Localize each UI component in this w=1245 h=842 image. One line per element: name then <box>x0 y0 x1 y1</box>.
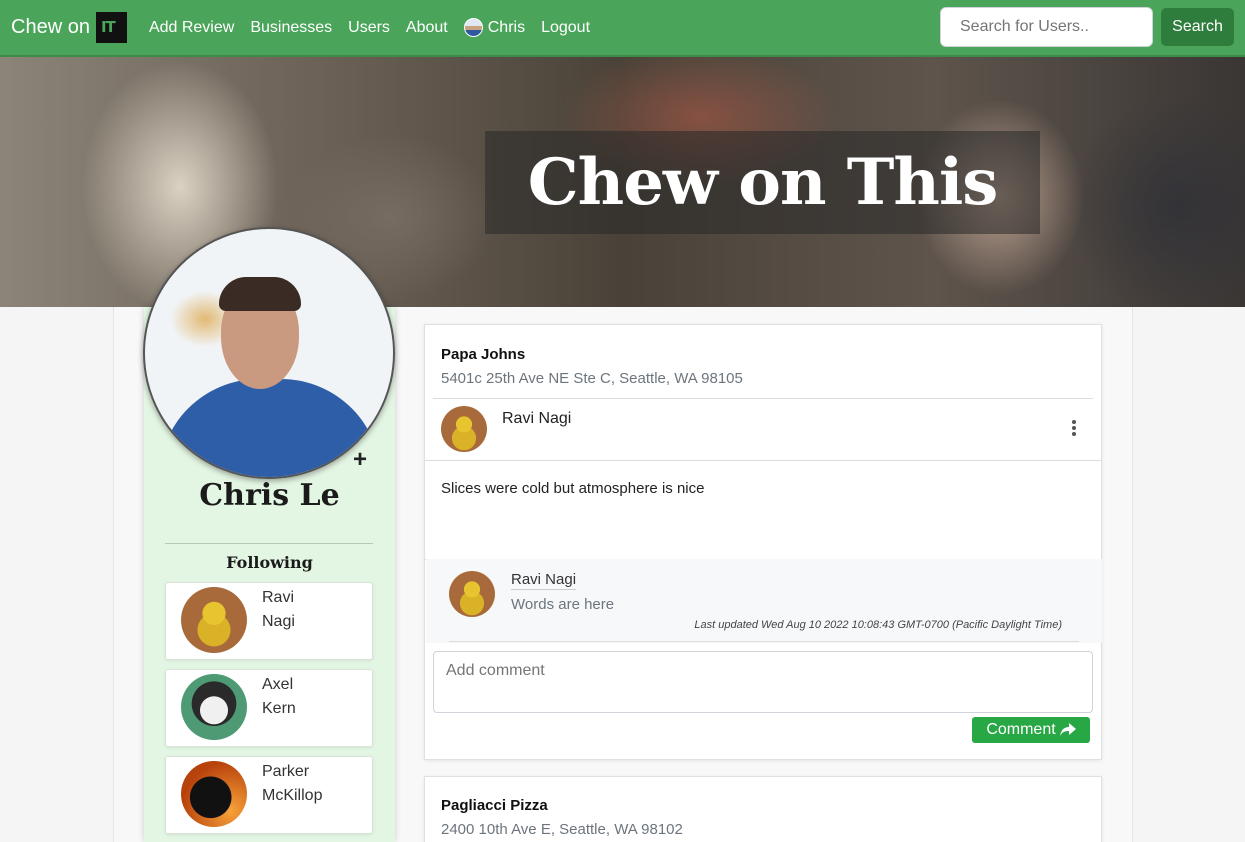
reviewer-name[interactable]: Ravi Nagi <box>502 410 571 428</box>
card-divider <box>425 460 1101 461</box>
following-card-parker[interactable]: Parker McKillop <box>165 756 373 834</box>
brand-text: Chew on <box>11 16 90 38</box>
following-card-axel[interactable]: Axel Kern <box>165 669 373 747</box>
nav-user-name: Chris <box>487 18 526 36</box>
review-card: Papa Johns 5401c 25th Ave NE Ste C, Seat… <box>424 324 1102 760</box>
comment-button[interactable]: Comment <box>972 717 1090 743</box>
business-name[interactable]: Pagliacci Pizza <box>441 797 548 814</box>
following-last-name: McKillop <box>262 787 323 804</box>
more-options-icon[interactable] <box>1065 417 1083 439</box>
review-text: Slices were cold but atmosphere is nice <box>441 480 705 497</box>
nav-user-profile[interactable]: Chris <box>463 18 526 37</box>
following-first-name: Axel <box>262 676 294 693</box>
business-address: 5401c 25th Ave NE Ste C, Seattle, WA 981… <box>441 370 743 387</box>
comment-timestamp: Last updated Wed Aug 10 2022 10:08:43 GM… <box>694 619 1062 631</box>
following-card-ravi[interactable]: Ravi Nagi <box>165 582 373 660</box>
share-arrow-icon <box>1059 723 1076 736</box>
hero-title-box: Chew on This <box>485 131 1040 234</box>
comment-author[interactable]: Ravi Nagi <box>511 571 577 590</box>
following-name: Parker McKillop <box>262 760 322 808</box>
add-photo-plus-icon[interactable]: + <box>353 448 367 472</box>
comment-divider <box>449 641 1079 642</box>
business-name[interactable]: Papa Johns <box>441 346 525 363</box>
profile-photo-body <box>159 379 381 477</box>
comment-item: Ravi Nagi Words are here Last updated We… <box>426 559 1102 643</box>
search-button[interactable]: Search <box>1161 8 1234 46</box>
brand-logo-icon: IT <box>95 12 127 43</box>
comment-avatar[interactable] <box>449 571 495 617</box>
comment-text: Words are here <box>511 596 615 613</box>
nav-add-review[interactable]: Add Review <box>149 19 234 37</box>
following-title: Following <box>226 553 313 572</box>
brand-link[interactable]: Chew on IT <box>11 12 127 43</box>
nav-businesses[interactable]: Businesses <box>250 19 332 37</box>
following-name: Ravi Nagi <box>262 586 295 634</box>
user-avatar-icon <box>463 18 483 37</box>
card-divider <box>433 398 1093 399</box>
profile-name: Chris Le <box>199 478 340 513</box>
avatar <box>181 761 247 827</box>
add-comment-input[interactable] <box>433 651 1093 713</box>
user-search-input[interactable] <box>940 7 1153 47</box>
following-first-name: Parker <box>262 763 310 780</box>
avatar <box>181 674 247 740</box>
business-address: 2400 10th Ave E, Seattle, WA 98102 <box>441 821 683 838</box>
reviewer-avatar[interactable] <box>441 406 487 452</box>
nav-logout[interactable]: Logout <box>541 19 590 37</box>
nav-users[interactable]: Users <box>348 19 390 37</box>
nav-about[interactable]: About <box>406 19 448 37</box>
comment-button-label: Comment <box>986 721 1056 738</box>
profile-photo <box>143 227 395 479</box>
hero-title: Chew on This <box>527 145 999 220</box>
following-last-name: Nagi <box>262 613 295 630</box>
review-card: Pagliacci Pizza 2400 10th Ave E, Seattle… <box>424 776 1102 842</box>
following-last-name: Kern <box>262 700 296 717</box>
profile-photo-hair <box>219 277 301 311</box>
brand-logo-text: IT <box>100 18 116 36</box>
following-first-name: Ravi <box>262 589 295 606</box>
following-name: Axel Kern <box>262 673 296 721</box>
avatar <box>181 587 247 653</box>
profile-divider <box>165 543 373 544</box>
